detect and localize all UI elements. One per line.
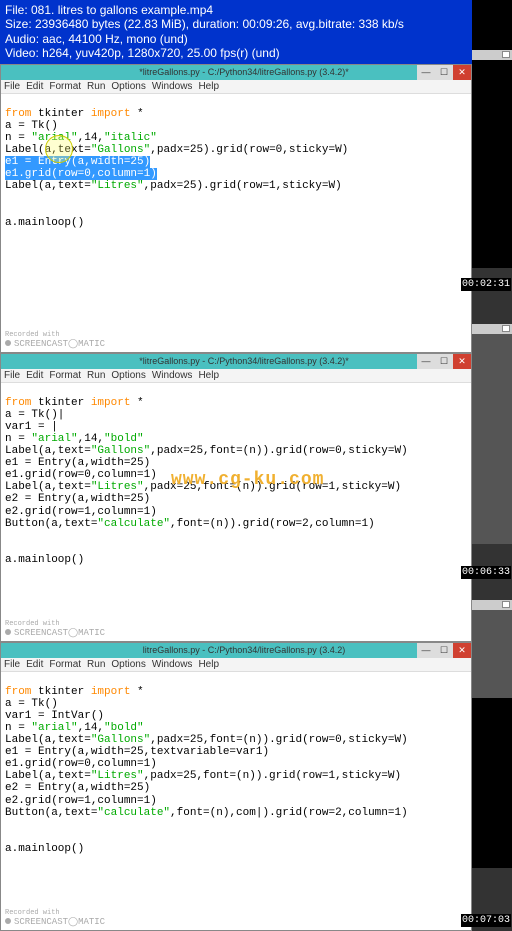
menu-run[interactable]: Run [87, 370, 105, 381]
tab-icon [502, 601, 510, 608]
timestamp-2: 00:06:33 [461, 566, 511, 579]
menu-bar[interactable]: File Edit Format Run Options Windows Help [1, 80, 471, 94]
maximize-button[interactable]: ☐ [435, 643, 453, 658]
menu-run[interactable]: Run [87, 81, 105, 92]
menu-file[interactable]: File [4, 659, 20, 670]
sidebar-tab-strip[interactable] [472, 600, 512, 610]
code-editor-area[interactable]: from tkinter import * a = Tk() var1 = In… [1, 672, 471, 930]
sidebar-header [472, 0, 512, 50]
timestamp-3: 00:07:03 [461, 914, 511, 927]
minimize-button[interactable]: — [417, 354, 435, 369]
editor-window-2: *litreGallons.py - C:/Python34/litreGall… [0, 353, 472, 642]
menu-file[interactable]: File [4, 81, 20, 92]
menu-options[interactable]: Options [111, 370, 145, 381]
menu-options[interactable]: Options [111, 659, 145, 670]
window-title: litreGallons.py - C:/Python34/litreGallo… [17, 645, 471, 655]
banner-line-file: File: 081. litres to gallons example.mp4 [5, 3, 467, 17]
screencast-watermark: Recorded withSCREENCAST◯MATIC [5, 910, 105, 928]
menu-help[interactable]: Help [198, 81, 219, 92]
window-title: *litreGallons.py - C:/Python34/litreGall… [17, 67, 471, 77]
menu-options[interactable]: Options [111, 81, 145, 92]
thumbnail-sidebar: 00:02:31 00:06:33 00:07:03 [472, 0, 512, 931]
app-icon [3, 65, 17, 79]
menu-format[interactable]: Format [49, 659, 81, 670]
title-bar[interactable]: litreGallons.py - C:/Python34/litreGallo… [1, 643, 471, 658]
close-button[interactable]: ✕ [453, 65, 471, 80]
title-bar[interactable]: *litreGallons.py - C:/Python34/litreGall… [1, 65, 471, 80]
menu-format[interactable]: Format [49, 81, 81, 92]
banner-line-size: Size: 23936480 bytes (22.83 MiB), durati… [5, 17, 467, 31]
sidebar-tab-strip[interactable] [472, 324, 512, 334]
selected-text: e1.grid(row=0,column=1) [5, 168, 157, 180]
sidebar-gray-region [472, 610, 512, 698]
app-icon [3, 354, 17, 368]
code-editor-area[interactable]: from tkinter import * a = Tk() n = "aria… [1, 94, 471, 352]
menu-help[interactable]: Help [198, 370, 219, 381]
timestamp-1: 00:02:31 [461, 278, 511, 291]
screencast-watermark: Recorded withSCREENCAST◯MATIC [5, 332, 105, 350]
selected-text: e1 = Entry(a,width=25) [5, 156, 150, 168]
sidebar-dark-region [472, 698, 512, 868]
banner-line-video: Video: h264, yuv420p, 1280x720, 25.00 fp… [5, 46, 467, 60]
menu-bar[interactable]: File Edit Format Run Options Windows Help [1, 658, 471, 672]
menu-edit[interactable]: Edit [26, 659, 43, 670]
close-button[interactable]: ✕ [453, 643, 471, 658]
editor-window-3: litreGallons.py - C:/Python34/litreGallo… [0, 642, 472, 931]
banner-line-audio: Audio: aac, 44100 Hz, mono (und) [5, 32, 467, 46]
code-editor-area[interactable]: from tkinter import * a = Tk()| var1 = |… [1, 383, 471, 641]
menu-bar[interactable]: File Edit Format Run Options Windows Help [1, 369, 471, 383]
screencast-watermark: Recorded withSCREENCAST◯MATIC [5, 621, 105, 639]
media-info-banner: File: 081. litres to gallons example.mp4… [0, 0, 472, 64]
tab-icon [502, 325, 510, 332]
menu-edit[interactable]: Edit [26, 81, 43, 92]
editor-window-1: *litreGallons.py - C:/Python34/litreGall… [0, 64, 472, 353]
maximize-button[interactable]: ☐ [435, 354, 453, 369]
menu-run[interactable]: Run [87, 659, 105, 670]
menu-file[interactable]: File [4, 370, 20, 381]
menu-edit[interactable]: Edit [26, 370, 43, 381]
menu-format[interactable]: Format [49, 370, 81, 381]
minimize-button[interactable]: — [417, 65, 435, 80]
tab-icon [502, 51, 510, 58]
minimize-button[interactable]: — [417, 643, 435, 658]
maximize-button[interactable]: ☐ [435, 65, 453, 80]
menu-windows[interactable]: Windows [152, 659, 193, 670]
window-title: *litreGallons.py - C:/Python34/litreGall… [17, 356, 471, 366]
menu-windows[interactable]: Windows [152, 81, 193, 92]
sidebar-tab-strip[interactable] [472, 50, 512, 60]
app-icon [3, 643, 17, 657]
sidebar-gray-region [472, 334, 512, 544]
menu-help[interactable]: Help [198, 659, 219, 670]
title-bar[interactable]: *litreGallons.py - C:/Python34/litreGall… [1, 354, 471, 369]
close-button[interactable]: ✕ [453, 354, 471, 369]
menu-windows[interactable]: Windows [152, 370, 193, 381]
sidebar-dark-region [472, 60, 512, 268]
